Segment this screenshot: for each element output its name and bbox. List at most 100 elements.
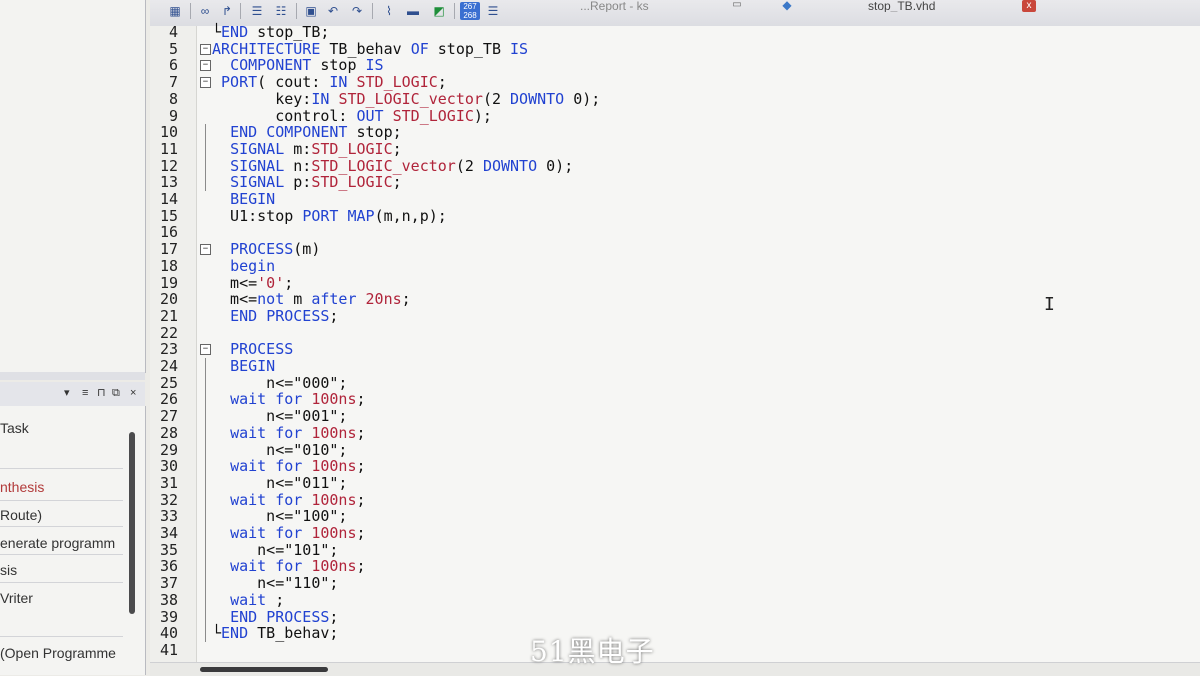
left-top-panel <box>0 0 146 373</box>
code-line: control: OUT STD_LOGIC); <box>212 106 492 125</box>
horizontal-scrollbar[interactable] <box>150 662 1200 676</box>
line-number: 20 <box>159 290 178 309</box>
line-number: 24 <box>159 357 178 375</box>
tab-close-icon[interactable]: ▭ <box>728 0 746 10</box>
bookmark-icon[interactable]: ▦ <box>166 2 184 20</box>
list-view-icon[interactable]: ≡ <box>82 386 88 400</box>
outdent-icon[interactable]: ☷ <box>272 2 290 20</box>
task-analysis[interactable]: sis <box>0 562 123 578</box>
dropdown-icon[interactable]: ▾ <box>64 386 70 400</box>
line-number: 8 <box>168 89 178 108</box>
text-cursor-icon: I <box>1044 294 1055 315</box>
code-line: n<="000"; <box>212 373 348 392</box>
panel-scrollbar[interactable] <box>129 432 135 614</box>
line-number: 32 <box>159 490 178 509</box>
indent-icon[interactable]: ☰ <box>248 2 266 20</box>
line-number: 14 <box>159 190 178 208</box>
code-line: END COMPONENT stop; <box>230 123 402 142</box>
line-number: 17 <box>159 240 178 259</box>
line-number: 36 <box>159 557 178 576</box>
code-line: begin <box>230 256 276 275</box>
find-icon[interactable]: ∞ <box>196 2 214 20</box>
code-line: SIGNAL p:STD_LOGIC; <box>230 173 402 192</box>
scrollbar-thumb[interactable] <box>200 667 328 672</box>
bookmark-next-icon[interactable]: ↶ <box>324 2 342 20</box>
code-line: SIGNAL n:STD_LOGIC_vector(2 DOWNTO 0); <box>230 156 574 175</box>
line-number: 4 <box>168 23 178 41</box>
watermark: 51黑电子 <box>530 635 655 668</box>
float-icon[interactable]: ⧉ <box>112 386 120 400</box>
fold-rail <box>205 124 206 191</box>
line-number: 9 <box>168 106 178 125</box>
line-number: 18 <box>159 256 178 275</box>
processes-panel: Task nthesis Route) enerate programm sis… <box>0 406 146 675</box>
fold-toggle-icon[interactable]: − <box>200 43 211 55</box>
code-line: wait for 100ns; <box>230 457 366 476</box>
close-tab-icon[interactable]: x <box>1022 0 1036 12</box>
line-number: 34 <box>159 524 178 542</box>
fold-toggle-icon[interactable]: − <box>200 244 211 256</box>
line-number: 33 <box>159 507 178 526</box>
pin-icon[interactable]: ⊓ <box>97 386 106 400</box>
language-template-icon[interactable]: ◩ <box>430 2 448 20</box>
task-divider <box>0 636 123 637</box>
task-synthesis[interactable]: nthesis <box>0 479 123 495</box>
line-number: 22 <box>159 323 178 342</box>
code-line: PROCESS <box>230 340 294 359</box>
line-number: 6 <box>168 56 178 75</box>
line-number: 30 <box>159 457 178 476</box>
line-number: 29 <box>159 440 178 459</box>
task-place-route[interactable]: Route) <box>0 507 123 523</box>
line-number: 7 <box>168 73 178 92</box>
line-number: 5 <box>168 39 178 58</box>
line-number: 25 <box>159 373 178 392</box>
task-open-programmer[interactable]: (Open Programme <box>0 645 123 661</box>
line-number: 39 <box>159 607 178 626</box>
code-line: n<="100"; <box>212 507 348 526</box>
code-line: n<="101"; <box>212 540 339 559</box>
code-line: m<='0'; <box>212 273 294 292</box>
line-number: 12 <box>159 156 178 175</box>
fold-rail <box>205 358 206 626</box>
code-line: U1:stop PORT MAP(m,n,p); <box>212 206 447 225</box>
code-line: PROCESS(m) <box>230 240 321 259</box>
toolbar-separator <box>454 3 455 19</box>
task-divider <box>0 554 123 555</box>
attach-icon[interactable]: ⌇ <box>380 2 398 20</box>
line-number-icon[interactable]: 267 268 <box>460 2 480 20</box>
close-icon[interactable]: × <box>130 386 136 400</box>
list-icon[interactable]: ▬ <box>404 2 422 20</box>
list-view-toolbar-icon[interactable]: ☰ <box>484 2 502 20</box>
code-line: └END stop_TB; <box>212 23 330 41</box>
line-number: 28 <box>159 423 178 442</box>
comment-icon[interactable]: ↷ <box>348 2 366 20</box>
panel-splitter[interactable] <box>0 372 145 380</box>
task-generate-programming[interactable]: enerate programm <box>0 535 123 551</box>
line-number: 15 <box>159 206 178 225</box>
fold-toggle-icon[interactable]: − <box>200 344 211 356</box>
line-number: 10 <box>159 123 178 142</box>
code-line: PORT( cout: IN STD_LOGIC; <box>221 73 447 92</box>
tab-report[interactable]: ...Report - ks <box>580 0 700 12</box>
bookmark-prev-icon[interactable]: ▣ <box>302 2 320 20</box>
task-header: Task <box>0 420 29 436</box>
tab-stop-tb[interactable]: stop_TB.vhd <box>868 0 988 12</box>
fold-rail <box>205 625 206 642</box>
code-line: END PROCESS; <box>230 306 339 325</box>
code-line: COMPONENT stop IS <box>230 56 384 75</box>
code-line: BEGIN <box>230 357 276 375</box>
jump-icon[interactable]: ↱ <box>218 2 236 20</box>
line-number: 16 <box>159 223 178 242</box>
line-number: 31 <box>159 473 178 492</box>
task-divider <box>0 582 123 583</box>
line-number: 38 <box>159 590 178 609</box>
code-line: wait ; <box>230 590 285 609</box>
task-writer[interactable]: Vriter <box>0 590 123 606</box>
fold-toggle-icon[interactable]: − <box>200 77 211 89</box>
fold-toggle-icon[interactable]: − <box>200 60 211 72</box>
code-editor[interactable]: 4 5 6 7 8 9 10 11 12 13 14 15 16 17 18 19 20 21 22 23 24 25 26… <box>150 23 1200 662</box>
code-line: SIGNAL m:STD_LOGIC; <box>230 139 402 158</box>
line-number: 11 <box>159 139 178 158</box>
line-number: 41 <box>159 640 178 659</box>
toolbar-separator <box>372 3 373 19</box>
